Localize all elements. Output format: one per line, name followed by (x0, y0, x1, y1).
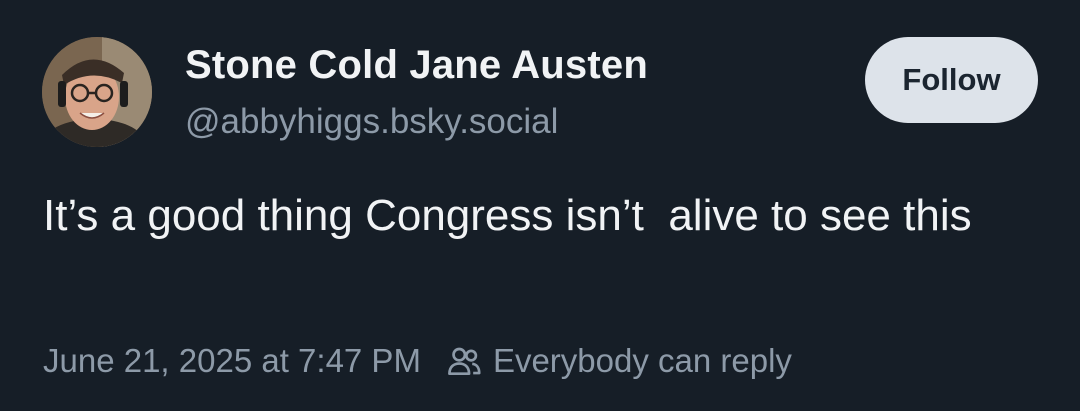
post-meta: June 21, 2025 at 7:47 PM Everybody can r… (43, 342, 792, 380)
author-display-name[interactable]: Stone Cold Jane Austen (185, 43, 648, 88)
author-avatar[interactable] (42, 37, 152, 147)
reply-setting-label: Everybody can reply (492, 342, 792, 379)
follow-button[interactable]: Follow (865, 37, 1038, 123)
post-timestamp[interactable]: June 21, 2025 at 7:47 PM (43, 342, 421, 380)
author-handle[interactable]: @abbyhiggs.bsky.social (185, 102, 558, 142)
avatar-photo-icon (42, 37, 152, 147)
post-text: It’s a good thing Congress isn’t alive t… (43, 191, 972, 240)
reply-setting: Everybody can reply (445, 342, 792, 380)
people-icon (448, 347, 481, 376)
post-card: Stone Cold Jane Austen @abbyhiggs.bsky.s… (0, 0, 1080, 411)
